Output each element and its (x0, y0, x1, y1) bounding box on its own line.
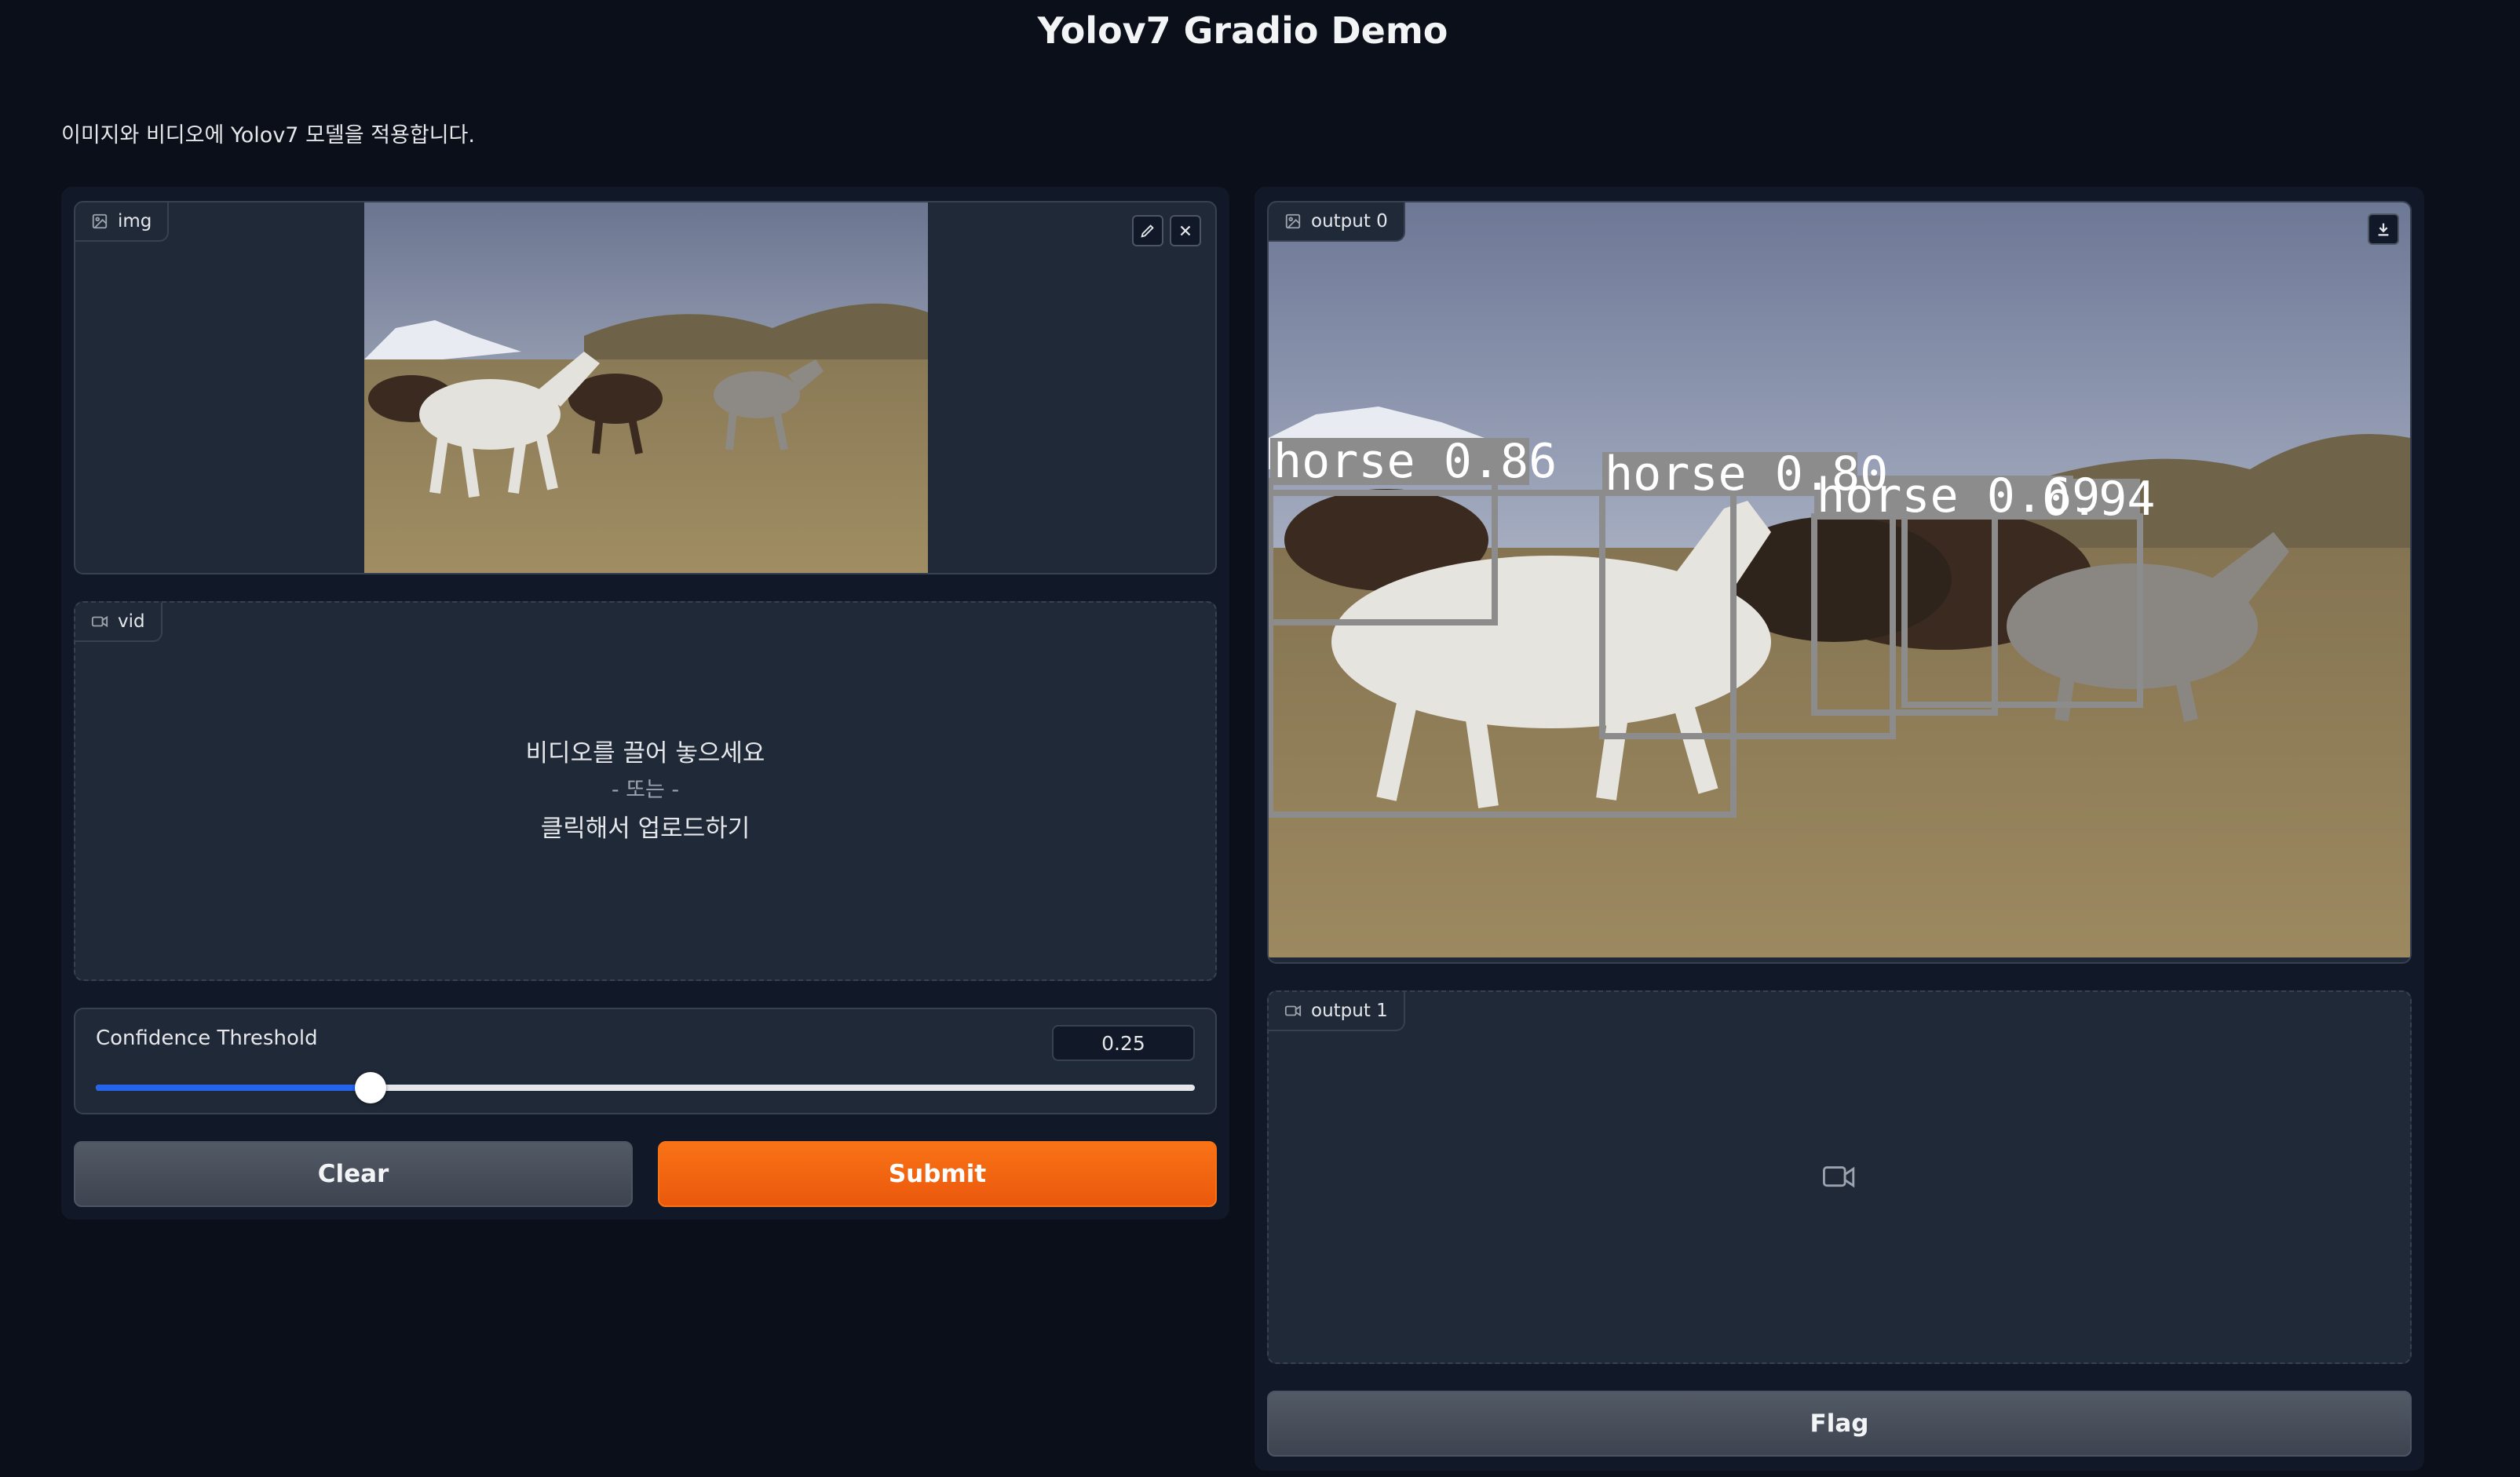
gradio-app: Yolov7 Gradio Demo 이미지와 비디오에 Yolov7 모델을 … (0, 0, 2520, 1477)
close-icon[interactable] (1170, 215, 1201, 246)
submit-button[interactable]: Submit (658, 1141, 1217, 1207)
edit-icon[interactable] (1132, 215, 1163, 246)
page-description: 이미지와 비디오에 Yolov7 모델을 적용합니다. (61, 123, 475, 148)
page-title: Yolov7 Gradio Demo (1037, 9, 1448, 52)
output-video-label: output 1 (1269, 992, 1405, 1031)
image-input-label: img (75, 202, 170, 242)
video-click-upload-text: 클릭해서 업로드하기 (540, 815, 751, 843)
output-video-label-text: output 1 (1311, 1001, 1388, 1021)
output-video: output 1 (1267, 990, 2412, 1364)
video-placeholder-icon (1823, 1166, 1855, 1188)
detection-label: 0.94 (2042, 472, 2156, 527)
output-image-label-text: output 0 (1311, 211, 1388, 232)
video-input-label: vid (75, 603, 163, 642)
image-input-label-text: img (118, 211, 152, 232)
detection-result-image: horse 0.86 horse 0.80 horse 0.69 0.94 (1269, 202, 2410, 957)
confidence-threshold-slider: Confidence Threshold 0.25 (74, 1008, 1217, 1114)
download-icon[interactable] (2368, 213, 2399, 245)
output-image: horse 0.86 horse 0.80 horse 0.69 0.94 ou… (1267, 201, 2412, 964)
output-image-label: output 0 (1269, 202, 1405, 242)
detection-label: horse 0.86 (1273, 434, 1557, 489)
slider-track[interactable] (96, 1072, 1195, 1103)
flag-button[interactable]: Flag (1267, 1391, 2412, 1457)
slider-fill (96, 1085, 371, 1091)
image-input[interactable]: img (74, 201, 1217, 574)
slider-number-input[interactable]: 0.25 (1052, 1025, 1195, 1061)
image-icon (1285, 213, 1301, 229)
output-panel: horse 0.86 horse 0.80 horse 0.69 0.94 ou… (1255, 187, 2424, 1471)
image-icon (92, 213, 108, 229)
video-or-text: - 또는 - (611, 778, 680, 802)
slider-label: Confidence Threshold (96, 1027, 318, 1050)
video-drop-text: 비디오를 끌어 놓으세요 (525, 739, 765, 768)
video-icon (91, 615, 108, 628)
video-input-label-text: vid (118, 611, 145, 632)
video-upload-area[interactable]: vid 비디오를 끌어 놓으세요 - 또는 - 클릭해서 업로드하기 (74, 601, 1217, 981)
input-panel: img vid 비디오를 끌어 놓으세요 - 또는 - 클릭해서 업로드하기 C… (61, 187, 1229, 1220)
clear-button[interactable]: Clear (74, 1141, 633, 1207)
slider-thumb[interactable] (355, 1072, 386, 1103)
uploaded-horses-image (364, 202, 928, 573)
video-icon (1284, 1005, 1302, 1017)
